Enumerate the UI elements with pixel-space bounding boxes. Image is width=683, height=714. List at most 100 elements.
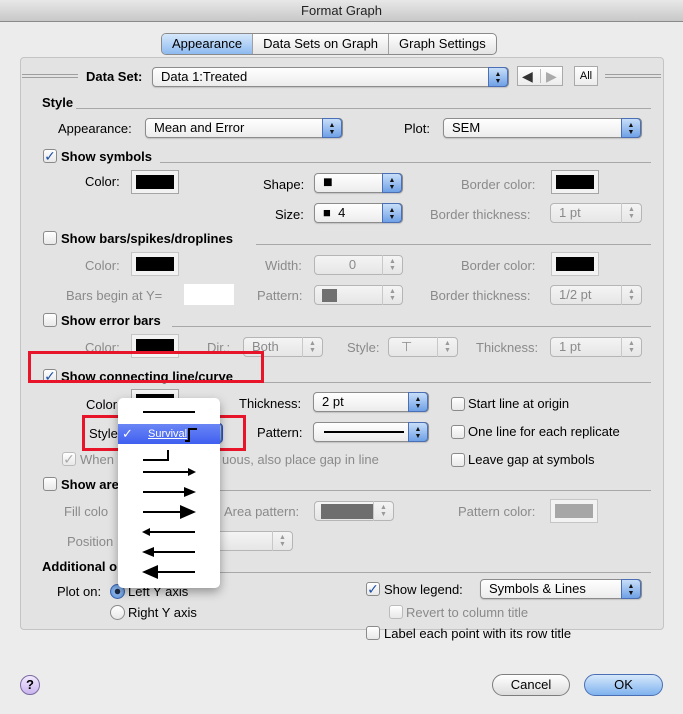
ok-button[interactable]: OK <box>584 674 663 696</box>
bars-border-thickness-select[interactable]: 1/2 pt ▲ ▼ <box>550 285 642 305</box>
show-error-bars-checkbox[interactable] <box>43 313 57 327</box>
line-thickness-label: Thickness: <box>239 396 302 411</box>
shape-label: Shape: <box>263 177 305 192</box>
menu-item-survival-down-step[interactable] <box>143 450 169 461</box>
error-thickness-select[interactable]: 1 pt ▲ ▼ <box>550 337 642 357</box>
all-button[interactable]: All <box>574 66 598 86</box>
show-legend-label: Show legend: <box>384 582 463 597</box>
bars-begin-input[interactable] <box>184 284 234 305</box>
error-thickness-value: 1 pt <box>559 339 581 354</box>
pattern-swatch <box>322 289 337 302</box>
bars-border-thickness-label: Border thickness: <box>430 288 531 303</box>
divider <box>150 572 651 573</box>
survival-step-icon <box>185 428 197 442</box>
plot-select[interactable]: SEM ▲ ▼ <box>443 118 642 138</box>
show-symbols-checkbox[interactable]: ✓ <box>43 149 57 163</box>
revert-column-title-checkbox[interactable] <box>389 605 403 619</box>
show-area-fill-checkbox[interactable] <box>43 477 57 491</box>
tab-data-sets-on-graph[interactable]: Data Sets on Graph <box>253 34 390 54</box>
revert-column-title-label: Revert to column title <box>406 605 529 620</box>
label-points-checkbox[interactable] <box>366 626 380 640</box>
bars-border-thickness-value: 1/2 pt <box>559 287 592 302</box>
right-y-axis-label: Right Y axis <box>128 605 197 620</box>
pattern-color-swatch[interactable] <box>550 499 598 523</box>
checkmark-icon: ✓ <box>122 426 133 441</box>
bars-border-color-swatch[interactable] <box>551 252 599 276</box>
updown-arrows-icon: ▲▼ <box>382 203 402 223</box>
color-fill <box>555 504 593 518</box>
updown-arrows-icon: ▲▼ <box>621 285 641 305</box>
updown-arrows-icon: ▲▼ <box>621 579 641 599</box>
cancel-button[interactable]: Cancel <box>492 674 570 696</box>
legend-value: Symbols & Lines <box>489 581 586 596</box>
area-pattern-label: Area pattern: <box>224 504 300 519</box>
window-title: Format Graph <box>0 0 683 22</box>
menu-item-survival[interactable]: ✓ Survival <box>118 424 220 444</box>
bars-color-swatch[interactable] <box>131 252 179 276</box>
appearance-value: Mean and Error <box>154 120 245 135</box>
area-pattern-select[interactable]: ▲ ▼ <box>314 501 394 521</box>
error-style-select[interactable]: ⊤ ▲ ▼ <box>388 337 458 357</box>
menu-item-arrow-right-medium[interactable] <box>143 487 196 497</box>
divider <box>540 69 541 83</box>
divider <box>605 74 661 78</box>
arrow-right-icon[interactable]: ▶ <box>546 67 557 85</box>
divider <box>172 326 651 327</box>
updown-arrows-icon: ▲▼ <box>621 118 641 138</box>
legend-select[interactable]: Symbols & Lines ▲ ▼ <box>480 579 642 599</box>
show-bars-checkbox[interactable] <box>43 231 57 245</box>
show-error-bars-label: Show error bars <box>61 313 161 328</box>
divider <box>76 108 651 109</box>
gap-in-line-label: uous, also place gap in line <box>222 452 379 467</box>
color-fill <box>556 257 594 271</box>
fill-color-label: Fill colo <box>64 504 109 519</box>
symbol-color-label: Color: <box>85 174 120 189</box>
data-set-select[interactable]: Data 1:Treated ▲ ▼ <box>152 67 509 87</box>
line-thickness-value: 2 pt <box>322 394 344 409</box>
leave-gap-symbols-checkbox[interactable] <box>451 453 465 467</box>
bars-width-select[interactable]: 0 ▲ ▼ <box>314 255 403 275</box>
divider <box>160 162 651 163</box>
one-line-replicate-checkbox[interactable] <box>451 425 465 439</box>
data-set-label: Data Set: <box>86 69 143 84</box>
one-line-replicate-label: One line for each replicate <box>468 424 620 439</box>
arrow-left-icon[interactable]: ◀ <box>522 67 533 85</box>
symbol-border-thickness-select[interactable]: 1 pt ▲ ▼ <box>550 203 642 223</box>
show-legend-checkbox[interactable]: ✓ <box>366 582 380 596</box>
error-style-label: Style: <box>347 340 380 355</box>
line-thickness-select[interactable]: 2 pt ▲ ▼ <box>313 392 429 412</box>
tab-graph-settings[interactable]: Graph Settings <box>389 34 496 54</box>
size-select[interactable]: ■ 4 ▲ ▼ <box>314 203 403 223</box>
line-pattern-select[interactable]: ▲ ▼ <box>313 422 429 442</box>
right-y-axis-radio[interactable] <box>110 605 125 620</box>
gap-when-label: When <box>80 452 114 467</box>
symbol-border-color-swatch[interactable] <box>551 170 599 194</box>
data-set-value: Data 1:Treated <box>161 69 248 84</box>
updown-arrows-icon: ▲▼ <box>373 501 393 521</box>
gap-in-line-checkbox[interactable]: ✓ <box>62 452 76 466</box>
line-color-label: Color <box>86 397 118 412</box>
pattern-swatch <box>321 504 373 519</box>
updown-arrows-icon: ▲▼ <box>322 118 342 138</box>
menu-item-arrow-right-large[interactable] <box>143 505 196 519</box>
size-label: Size: <box>275 207 304 222</box>
menu-item-arrow-left-large[interactable] <box>142 565 195 579</box>
help-button[interactable]: ? <box>20 675 40 695</box>
style-heading: Style <box>42 95 74 110</box>
divider <box>220 490 651 491</box>
menu-item-arrow-left-medium[interactable] <box>142 547 195 557</box>
start-line-origin-checkbox[interactable] <box>451 397 465 411</box>
shape-select[interactable]: ■ ▲ ▼ <box>314 173 403 193</box>
symbol-color-swatch[interactable] <box>131 170 179 194</box>
leave-gap-symbols-label: Leave gap at symbols <box>468 452 595 467</box>
updown-arrows-icon: ▲▼ <box>437 337 457 357</box>
tab-appearance[interactable]: Appearance <box>162 34 254 54</box>
plot-value: SEM <box>452 120 481 135</box>
menu-item-arrow-left-small[interactable] <box>142 528 195 536</box>
menu-item-arrow-right-small[interactable] <box>143 468 196 476</box>
appearance-select[interactable]: Mean and Error ▲ ▼ <box>145 118 343 138</box>
bars-pattern-select[interactable]: ▲ ▼ <box>314 285 403 305</box>
updown-arrows-icon: ▲▼ <box>382 285 402 305</box>
color-fill <box>136 257 174 271</box>
survival-label: Survival <box>148 428 188 440</box>
